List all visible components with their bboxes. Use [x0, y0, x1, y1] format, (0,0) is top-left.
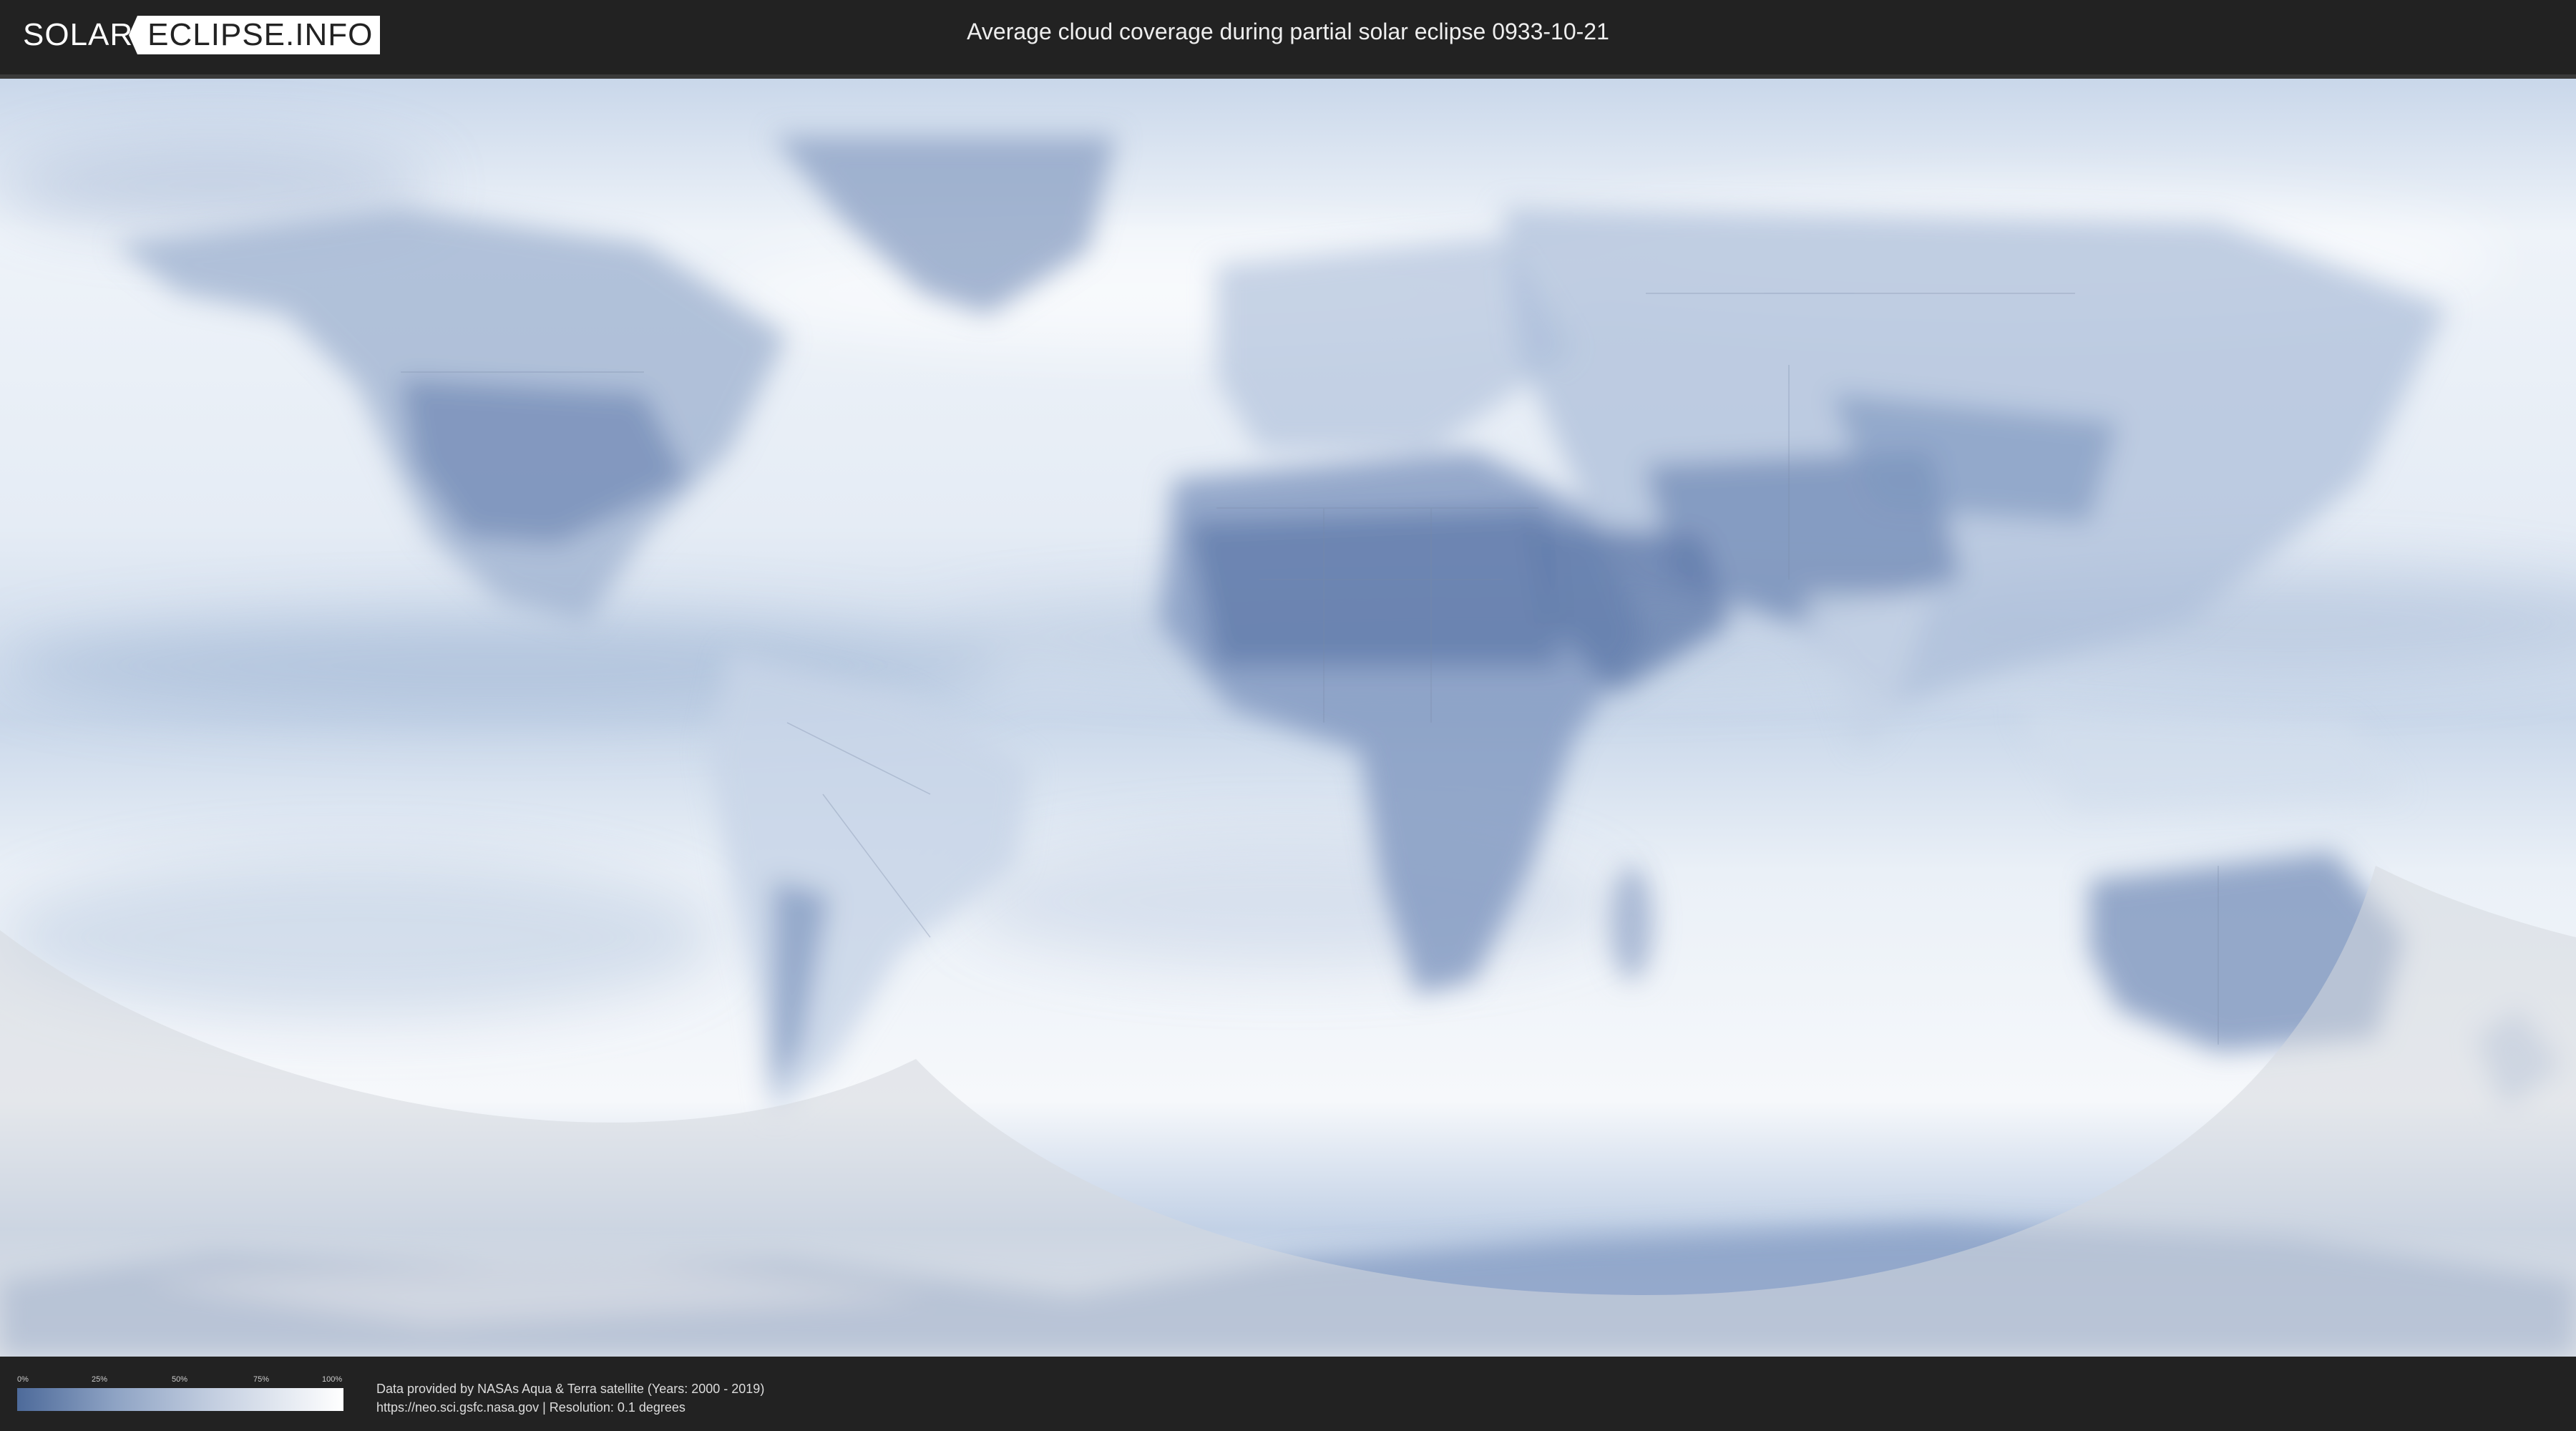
page: SOLAR ECLIPSE.INFO Average cloud coverag… — [0, 0, 2576, 1431]
legend-tick: 0% — [17, 1375, 29, 1384]
credits-url-resolution[interactable]: https://neo.sci.gsfc.nasa.gov | Resoluti… — [376, 1398, 764, 1417]
data-credits: Data provided by NASAs Aqua & Terra sate… — [376, 1379, 764, 1417]
footer-bar: 0% 25% 50% 75% 100% Data provided by NAS… — [0, 1357, 2576, 1431]
legend-tick: 25% — [92, 1375, 108, 1384]
legend-tick: 50% — [172, 1375, 188, 1384]
cloud-coverage-legend: 0% 25% 50% 75% 100% — [17, 1375, 343, 1411]
credits-source: Data provided by NASAs Aqua & Terra sate… — [376, 1382, 765, 1396]
header-bar: SOLAR ECLIPSE.INFO Average cloud coverag… — [0, 0, 2576, 72]
legend-gradient-bar — [17, 1388, 343, 1411]
cloud-coverage-map[interactable] — [0, 74, 2576, 1357]
legend-tick: 100% — [322, 1375, 343, 1384]
legend-ticks: 0% 25% 50% 75% 100% — [17, 1375, 343, 1385]
world-map-svg — [0, 79, 2576, 1357]
page-title: Average cloud coverage during partial so… — [967, 19, 1609, 44]
legend-tick: 75% — [253, 1375, 270, 1384]
